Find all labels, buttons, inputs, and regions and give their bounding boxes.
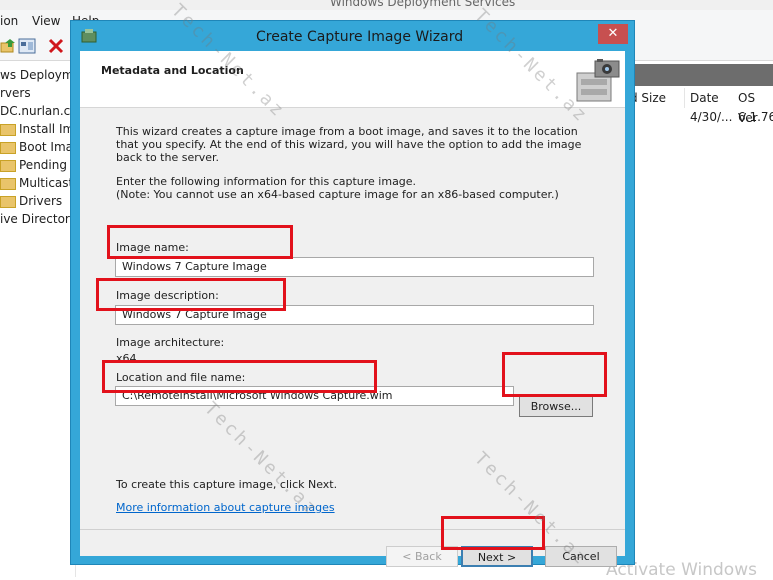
tree-item-active-directory[interactable]: ive Directory (0, 210, 77, 228)
more-info-link[interactable]: More information about capture images (116, 501, 335, 514)
close-icon: ✕ (607, 26, 619, 41)
tree-item-multicast[interactable]: Multicast (0, 174, 73, 192)
tree-item-label: Drivers (19, 194, 63, 208)
delete-icon[interactable] (47, 37, 65, 55)
instructions-note: (Note: You cannot use an x64-based captu… (116, 188, 559, 201)
folder-icon (0, 159, 16, 172)
dialog-title-bar[interactable]: Create Capture Image Wizard ✕ (71, 21, 634, 51)
next-button[interactable]: Next > (461, 546, 533, 567)
image-architecture-label: Image architecture: (116, 336, 225, 349)
image-description-label: Image description: (116, 289, 219, 302)
location-label: Location and file name: (116, 371, 246, 384)
instructions-line: Enter the following information for this… (116, 175, 417, 188)
wizard-header: Metadata and Location (80, 51, 625, 108)
section-heading: Metadata and Location (101, 64, 244, 77)
footer-divider (80, 529, 625, 530)
dialog-title: Create Capture Image Wizard (256, 29, 464, 45)
instructions: Enter the following information for this… (116, 175, 596, 201)
tree-item-pending-devices[interactable]: Pending D (0, 156, 80, 174)
menu-item-action[interactable]: ion (0, 14, 18, 28)
location-field[interactable]: C:\RemoteInstall\Microsoft Windows Captu… (115, 386, 514, 406)
folder-icon (0, 141, 16, 154)
intro-text: This wizard creates a capture image from… (116, 125, 582, 164)
browse-button[interactable]: Browse... (519, 396, 593, 417)
column-header-date[interactable]: Date (686, 88, 735, 108)
tree-item-drivers[interactable]: Drivers (0, 192, 62, 210)
cell-date: 4/30/... (690, 110, 733, 124)
background-window-title: Windows Deployment Services (330, 0, 516, 9)
tree-item-servers[interactable]: rvers (0, 84, 31, 102)
image-name-label: Image name: (116, 241, 189, 254)
image-description-field[interactable]: Windows 7 Capture Image (115, 305, 594, 325)
column-header-os-version[interactable]: OS Ver (734, 88, 773, 125)
folder-icon (0, 195, 16, 208)
folder-icon (0, 123, 16, 136)
folder-up-icon[interactable] (0, 37, 18, 55)
folder-icon (0, 177, 16, 190)
mmc-app-icon (81, 29, 97, 43)
next-hint: To create this capture image, click Next… (116, 478, 338, 491)
menu-item-view[interactable]: View (32, 14, 60, 28)
tree-item-boot-images[interactable]: Boot Imag (0, 138, 81, 156)
capture-image-wizard-dialog: Create Capture Image Wizard ✕ Metadata a… (70, 20, 635, 567)
back-button[interactable]: < Back (386, 546, 458, 567)
tree-item-label: Multicast (19, 176, 74, 190)
capture-camera-icon (576, 59, 620, 102)
image-name-field[interactable]: Windows 7 Capture Image (115, 257, 594, 277)
list-pane-header (632, 64, 773, 86)
tree-item-server[interactable]: DC.nurlan.co (0, 102, 78, 120)
image-architecture-value: x64 (116, 352, 137, 365)
properties-icon[interactable] (18, 37, 36, 55)
cell-os-version: 6.1.760 (738, 110, 773, 124)
console-tree: ws Deployment rvers DC.nurlan.co Install… (0, 62, 93, 577)
dialog-body: Metadata and Location This wizard create… (80, 51, 625, 567)
cancel-button[interactable]: Cancel (545, 546, 617, 567)
close-button[interactable]: ✕ (598, 24, 628, 44)
